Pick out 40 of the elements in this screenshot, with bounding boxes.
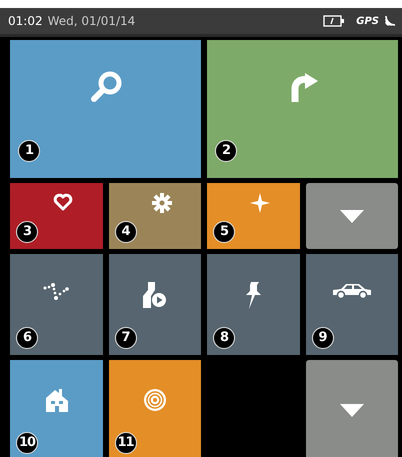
menu-tile[interactable]: 9 — [306, 254, 398, 355]
number-badge: 2 — [215, 140, 237, 162]
signal-icon — [384, 15, 396, 27]
settings-icon — [152, 193, 172, 213]
menu-tile[interactable]: 8 — [207, 254, 300, 355]
number-badge: 3 — [16, 221, 38, 243]
menu-tile[interactable]: 10 — [10, 360, 102, 457]
menu-tile[interactable]: 2 — [207, 40, 398, 178]
menu-tile[interactable]: 5 — [207, 183, 300, 249]
number-badge: 6 — [16, 327, 38, 349]
clock-time: 01:02 — [8, 14, 43, 28]
caret-icon — [340, 404, 364, 416]
play-badge-icon — [142, 282, 167, 308]
menu-tile[interactable]: 11 — [108, 360, 201, 457]
number-badge: 5 — [213, 221, 235, 243]
number-badge: 7 — [114, 327, 136, 349]
battery-icon — [323, 15, 346, 27]
house-icon — [43, 388, 70, 412]
number-badge: 10 — [16, 432, 38, 454]
pin-icon — [244, 282, 262, 310]
more-button[interactable] — [306, 183, 398, 249]
dotted-route-icon — [43, 282, 70, 302]
number-badge: 4 — [114, 221, 136, 243]
menu-tile[interactable]: 1 — [10, 40, 201, 178]
car-icon — [330, 282, 373, 300]
menu-tile[interactable]: 3 — [10, 183, 102, 249]
search-icon — [88, 70, 122, 104]
heart-icon — [53, 193, 74, 211]
date-text: Wed, 01/01/14 — [48, 14, 136, 28]
number-badge: 8 — [213, 327, 235, 349]
menu-tile[interactable]: 6 — [10, 254, 102, 355]
number-badge: 11 — [114, 432, 136, 454]
menu-tile[interactable]: 7 — [108, 254, 201, 355]
menu-tile[interactable]: 4 — [108, 183, 201, 249]
caret-icon — [340, 210, 364, 222]
sparkle-icon — [250, 193, 270, 213]
target-icon — [142, 388, 167, 412]
number-badge: 1 — [18, 140, 40, 162]
gps-label: GPS — [356, 16, 379, 26]
number-badge: 9 — [312, 327, 334, 349]
